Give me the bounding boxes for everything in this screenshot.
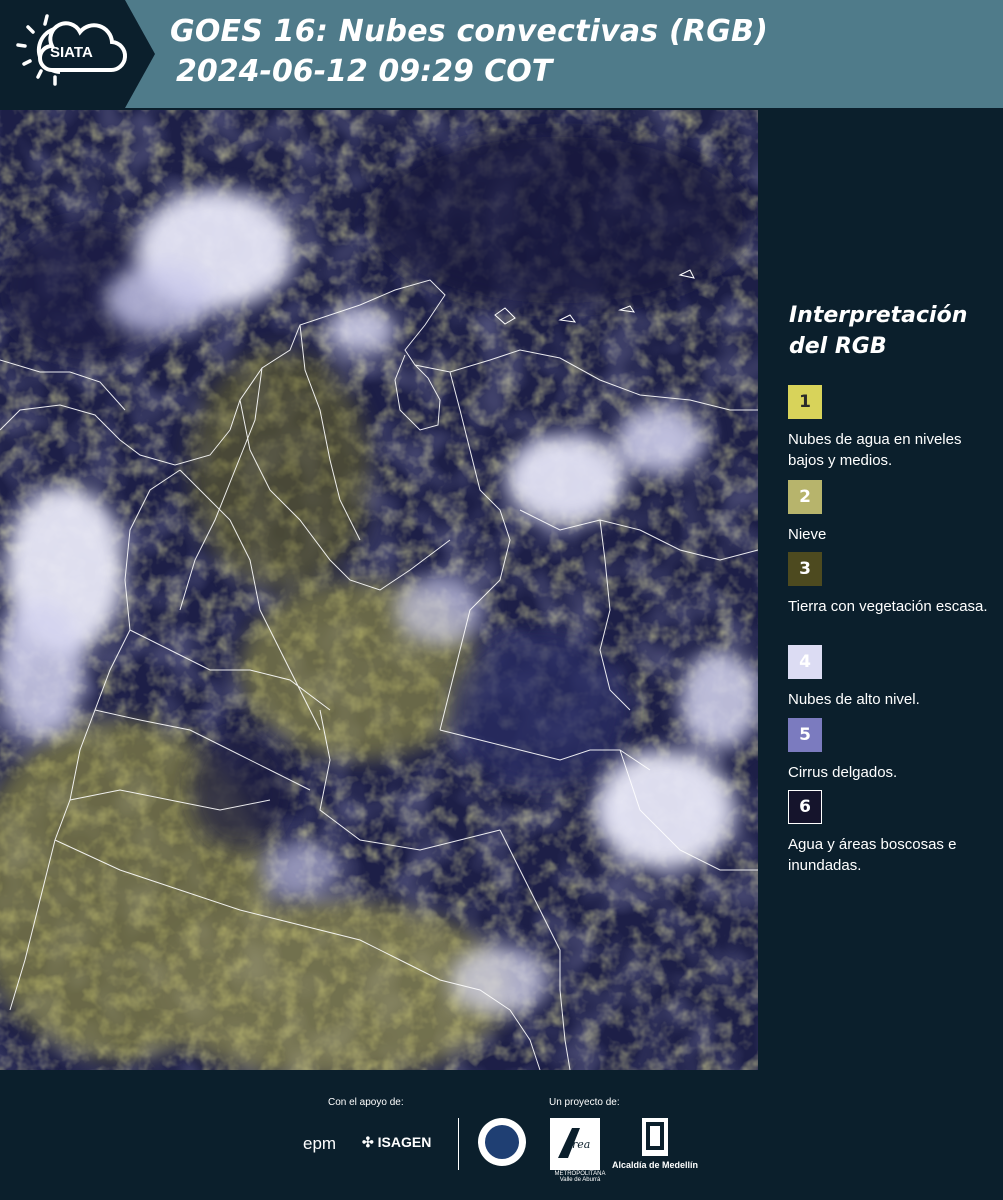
legend-title-line1: Interpretación — [789, 303, 968, 328]
legend-item-2: 2 Nieve — [788, 480, 998, 545]
legend-label-2: Nieve — [788, 526, 827, 543]
legend-swatch-3: 3 — [788, 552, 822, 586]
area-metropolitana-text: METROPOLITANA Valle de Aburrá — [554, 1171, 606, 1183]
medellin-seal-logo — [478, 1118, 526, 1166]
page-title: GOES 16: Nubes convectivas (RGB) — [170, 14, 769, 49]
area-metropolitana-logo: rea — [550, 1118, 600, 1170]
legend-label-1: Nubes de agua en niveles bajos y medios. — [788, 431, 962, 469]
isagen-icon: ✣ — [362, 1134, 374, 1150]
alcaldia-shield-logo — [642, 1118, 668, 1156]
legend-label-5: Cirrus delgados. — [788, 764, 898, 781]
timestamp: 2024-06-12 09:29 COT — [176, 54, 553, 89]
header-bar: SIATA GOES 16: Nubes convectivas (RGB) 2… — [0, 0, 1003, 108]
support-caption: Con el apoyo de: — [328, 1097, 404, 1108]
svg-text:rea: rea — [572, 1138, 590, 1151]
siata-logo: SIATA — [0, 0, 155, 108]
footer-divider — [458, 1118, 459, 1170]
isagen-logo-text: ISAGEN — [377, 1134, 432, 1150]
legend-swatch-6: 6 — [788, 790, 822, 824]
project-caption: Un proyecto de: — [549, 1097, 620, 1108]
siata-logo-text: SIATA — [50, 44, 93, 61]
alcaldia-text: Alcaldía de Medellín — [612, 1160, 699, 1170]
legend-item-6: 6 Agua y áreas boscosas e inundadas. — [788, 790, 998, 876]
legend-swatch-5: 5 — [788, 718, 822, 752]
legend-label-6: Agua y áreas boscosas e inundadas. — [788, 836, 957, 874]
epm-logo: epm — [303, 1134, 337, 1153]
isagen-logo: ✣ ISAGEN — [362, 1134, 431, 1151]
legend-swatch-2: 2 — [788, 480, 822, 514]
legend-swatch-4: 4 — [788, 645, 822, 679]
legend-title-line2: del RGB — [789, 334, 887, 359]
legend-swatch-1: 1 — [788, 385, 822, 419]
legend-item-5: 5 Cirrus delgados. — [788, 718, 998, 783]
legend-title: Interpretación del RGB — [789, 300, 989, 362]
legend-item-3: 3 Tierra con vegetación escasa. — [788, 552, 998, 617]
legend-label-3: Tierra con vegetación escasa. — [788, 598, 988, 615]
rgb-legend-panel: Interpretación del RGB 1 Nubes de agua e… — [760, 110, 1003, 1070]
legend-item-4: 4 Nubes de alto nivel. — [788, 645, 998, 710]
legend-label-4: Nubes de alto nivel. — [788, 691, 920, 708]
footer: Con el apoyo de: Un proyecto de: epm ✣ I… — [0, 1070, 1003, 1200]
legend-item-1: 1 Nubes de agua en niveles bajos y medio… — [788, 385, 998, 471]
satellite-rgb-map — [0, 110, 758, 1070]
